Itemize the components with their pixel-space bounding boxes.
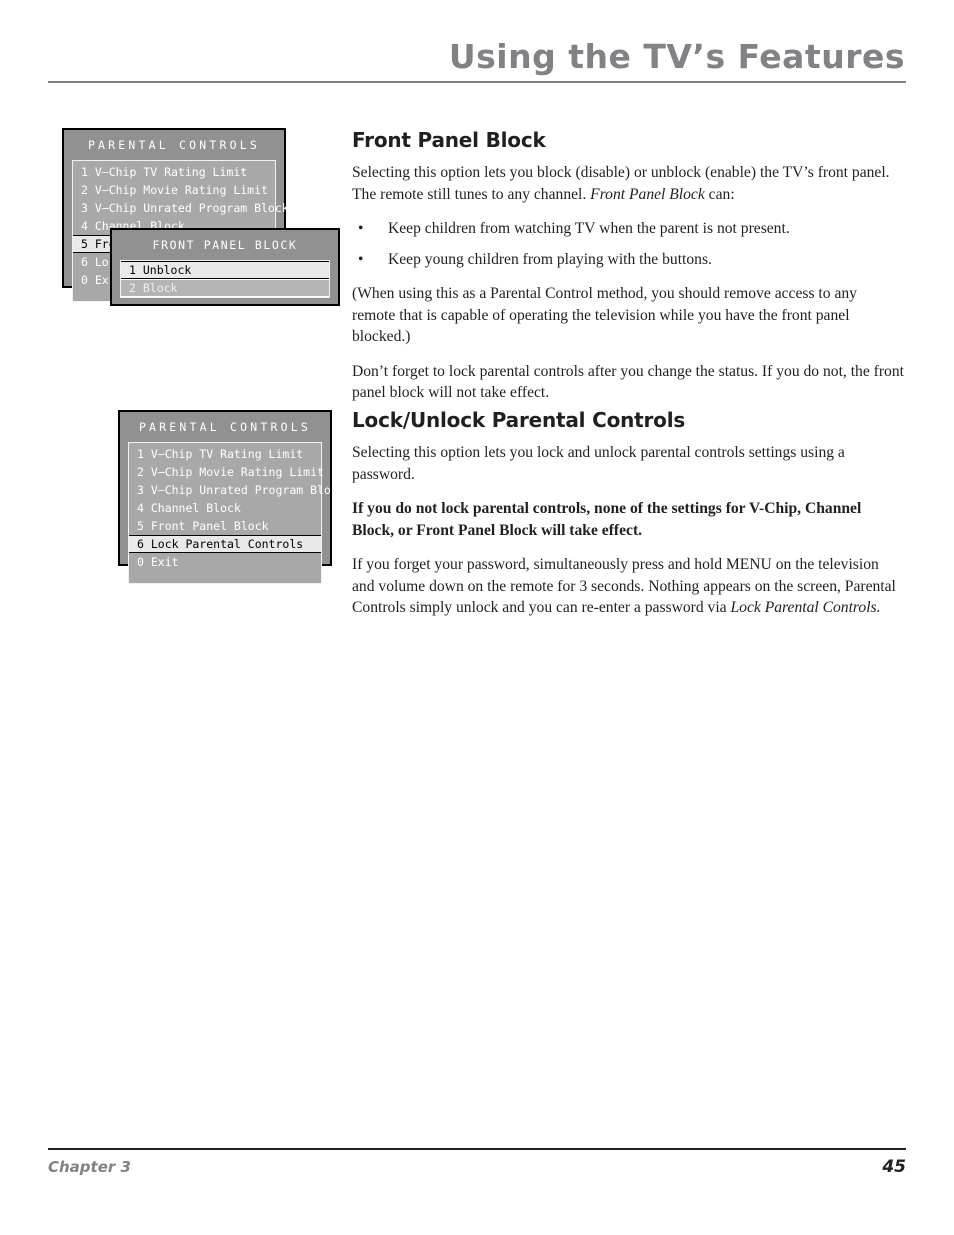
section-heading-lock-unlock: Lock/Unlock Parental Controls xyxy=(352,408,686,432)
paragraph-lock-intro: Selecting this option lets you lock and … xyxy=(352,444,845,483)
list-item-text: Keep children from watching TV when the … xyxy=(388,220,790,237)
paragraph-lock-reminder: Don’t forget to lock parental controls a… xyxy=(352,362,904,402)
osd-menu-list: 1 V–Chip TV Rating Limit 2 V–Chip Movie … xyxy=(128,442,345,584)
page-content: PARENTAL CONTROLS 1 V–Chip TV Rating Lim… xyxy=(0,0,954,1235)
osd-submenu-list: 1 Unblock 2 Block xyxy=(120,260,330,298)
osd-menu-title: PARENTAL CONTROLS xyxy=(87,138,261,152)
osd-menu-item-5[interactable]: 5 Front Panel Block xyxy=(129,517,321,535)
osd-menu-title: PARENTAL CONTROLS xyxy=(138,420,312,434)
section-lock-unlock-parental-controls: Lock/Unlock Parental Controls Selecting … xyxy=(352,408,904,632)
paragraph-lock-warning: If you do not lock parental controls, no… xyxy=(352,500,862,539)
list-item-text: Keep young children from playing with th… xyxy=(388,250,712,268)
osd-menu-item-2[interactable]: 2 V–Chip Movie Rating Limit xyxy=(129,463,324,481)
osd-menu-item-1[interactable]: 1 V–Chip TV Rating Limit xyxy=(73,163,275,181)
osd-submenu-item-block[interactable]: 2 Block xyxy=(121,279,329,297)
figure-lock-parental-controls: PARENTAL CONTROLS 1 V–Chip TV Rating Lim… xyxy=(118,410,345,584)
paragraph-forgot-password: If you forget your password, simultaneou… xyxy=(352,554,904,619)
osd-menu-item-0-exit[interactable]: 0 Exit xyxy=(129,553,321,571)
paragraph-forgot-password-italic: Lock Parental Controls. xyxy=(730,599,881,616)
paragraph-front-panel-intro-part2: can: xyxy=(704,185,735,203)
footer-row: Chapter 3 45 xyxy=(48,1157,906,1177)
footer-divider xyxy=(48,1148,906,1150)
list-item: • Keep children from watching TV when the… xyxy=(352,218,904,240)
paragraph-front-panel-intro: Selecting this option lets you block (di… xyxy=(352,162,904,205)
page-number: 45 xyxy=(882,1157,906,1177)
chapter-label: Chapter 3 xyxy=(48,1158,131,1176)
osd-menu-item-3[interactable]: 3 V–Chip Unrated Program Block xyxy=(73,199,289,217)
osd-front-panel-block-submenu: FRONT PANEL BLOCK 1 Unblock 2 Block xyxy=(110,228,340,306)
osd-submenu-item-unblock-selected[interactable]: 1 Unblock xyxy=(121,261,329,279)
front-panel-block-bullet-list: • Keep children from watching TV when the… xyxy=(352,218,904,270)
osd-menu-item-4[interactable]: 4 Channel Block xyxy=(129,499,321,517)
page-footer: Chapter 3 45 xyxy=(48,1148,906,1177)
osd-submenu-title: FRONT PANEL BLOCK xyxy=(152,238,298,252)
osd-parental-controls-menu-lock: PARENTAL CONTROLS 1 V–Chip TV Rating Lim… xyxy=(118,410,345,584)
osd-menu-item-6-selected[interactable]: 6 Lock Parental Controls xyxy=(129,535,321,553)
bullet-icon: • xyxy=(358,250,364,268)
paragraph-front-panel-intro-italic: Front Panel Block xyxy=(590,185,705,203)
osd-menu-item-2[interactable]: 2 V–Chip Movie Rating Limit xyxy=(73,181,275,199)
osd-menu-item-3[interactable]: 3 V–Chip Unrated Program Block xyxy=(129,481,345,499)
paragraph-parental-control-note: (When using this as a Parental Control m… xyxy=(352,285,857,345)
bullet-icon: • xyxy=(358,220,364,237)
list-item: • Keep young children from playing with t… xyxy=(352,249,904,271)
osd-menu-item-1[interactable]: 1 V–Chip TV Rating Limit xyxy=(129,445,321,463)
section-front-panel-block: Front Panel Block Selecting this option … xyxy=(352,128,904,417)
section-heading-front-panel-block: Front Panel Block xyxy=(352,128,546,152)
figure-front-panel-block: PARENTAL CONTROLS 1 V–Chip TV Rating Lim… xyxy=(62,128,340,306)
osd-menu-spacer xyxy=(129,571,321,581)
